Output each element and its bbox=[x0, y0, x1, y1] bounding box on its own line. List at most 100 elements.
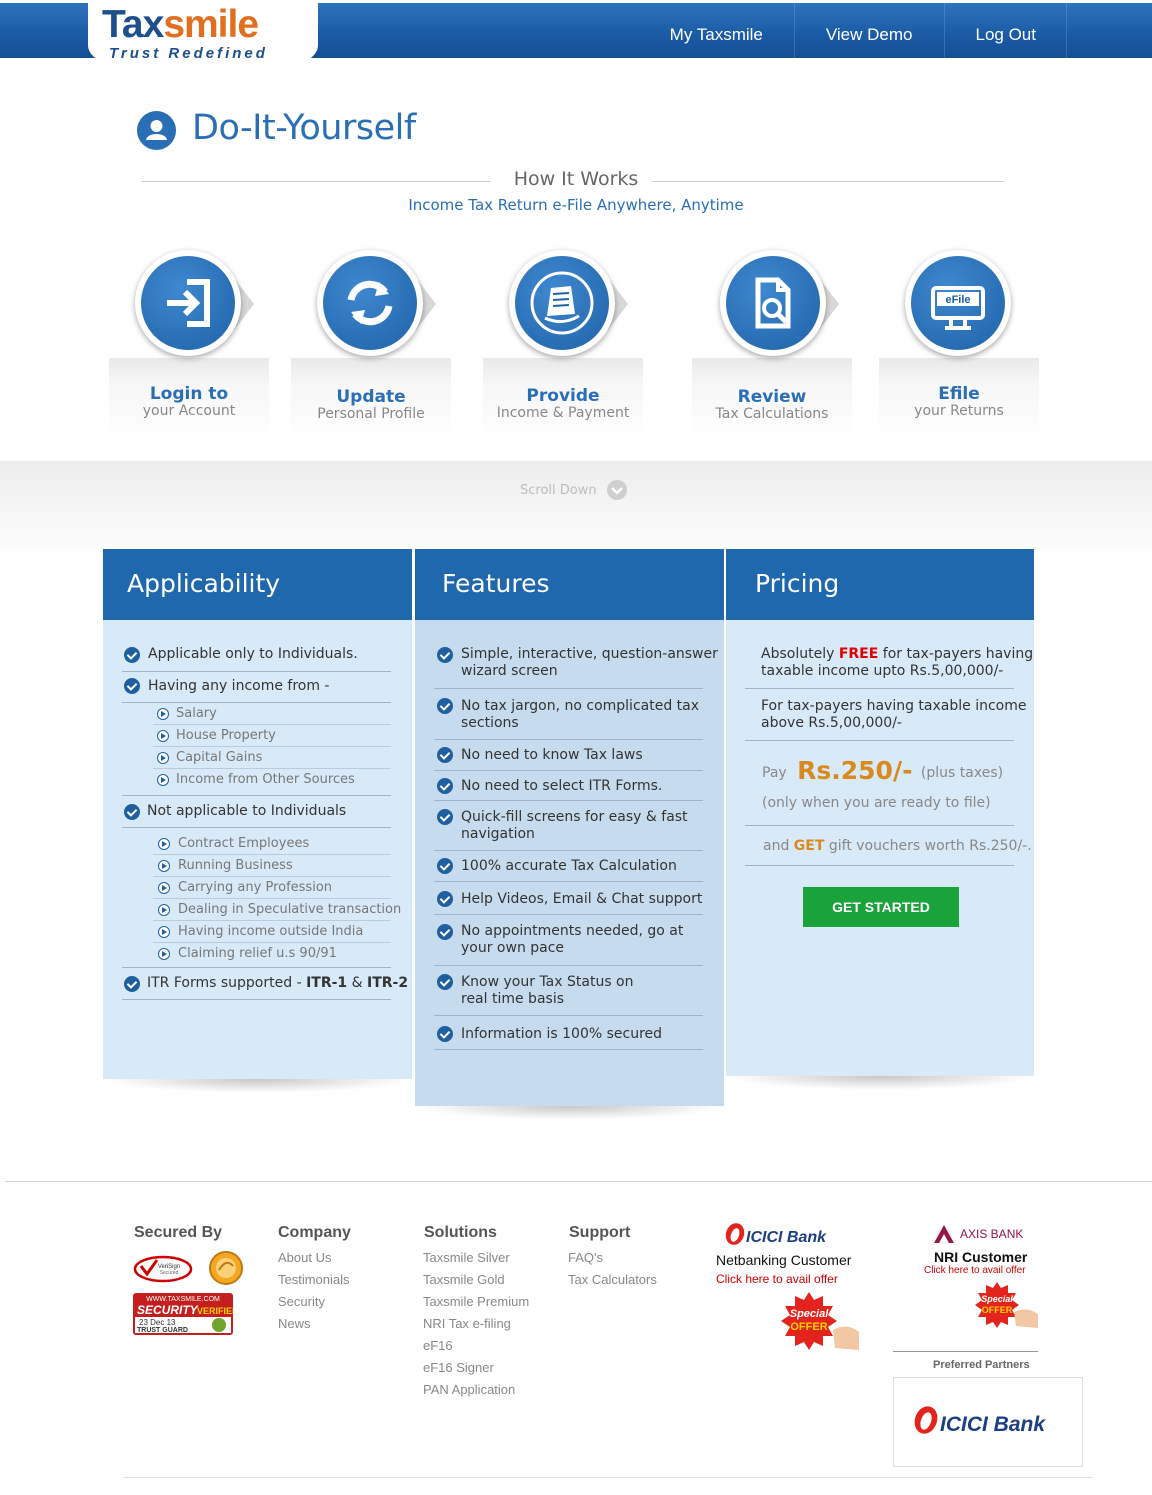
how-it-works-subtitle: Income Tax Return e-File Anywhere, Anyti… bbox=[408, 196, 744, 214]
not-applicable-item: Claiming relief u.s 90/91 bbox=[178, 946, 337, 961]
itr-forms-supported: ITR Forms supported - ITR-1 & ITR-2 bbox=[147, 975, 409, 991]
arrow-bullet-icon bbox=[157, 752, 169, 764]
step-circle bbox=[317, 250, 423, 356]
special-offer-badge[interactable]: Special OFFER bbox=[777, 1290, 861, 1352]
authorize-net-seal[interactable] bbox=[208, 1250, 244, 1291]
verisign-badge[interactable]: VeriSign Secured bbox=[133, 1254, 193, 1289]
divider bbox=[153, 724, 391, 725]
step-label: Review bbox=[737, 387, 807, 407]
step-sublabel: your Returns bbox=[914, 403, 1004, 419]
panel-shadow bbox=[726, 1076, 1034, 1090]
arrow-bullet-icon bbox=[158, 926, 170, 938]
step-circle: eFile bbox=[905, 250, 1011, 356]
svg-text:eFile: eFile bbox=[945, 294, 970, 306]
divider bbox=[745, 865, 1014, 866]
nav-view-demo[interactable]: View Demo bbox=[793, 3, 944, 58]
arrow-bullet-icon bbox=[158, 948, 170, 960]
divider bbox=[745, 688, 1014, 689]
arrow-bullet-icon bbox=[157, 708, 169, 720]
divider bbox=[122, 795, 391, 796]
trust-guard-badge[interactable]: WWW.TAXSMILE.COM SECURITY VERIFIED 23 De… bbox=[133, 1293, 239, 1340]
pricing-paid-text: For tax-payers having taxable income abo… bbox=[761, 698, 1027, 731]
divider bbox=[122, 827, 391, 828]
arrow-bullet-icon bbox=[157, 730, 169, 742]
icici-offer-title: Netbanking Customer bbox=[716, 1252, 852, 1268]
step-update[interactable]: Update Personal Profile bbox=[291, 250, 451, 445]
check-icon bbox=[437, 778, 453, 794]
chevron-down-icon[interactable] bbox=[607, 480, 627, 500]
get-started-button[interactable]: GET STARTED bbox=[803, 887, 959, 927]
nav-log-out[interactable]: Log Out bbox=[943, 3, 1068, 58]
footer-link-tax-calculators[interactable]: Tax Calculators bbox=[568, 1272, 657, 1287]
divider bbox=[434, 739, 703, 740]
step-efile[interactable]: eFile Efile your Returns bbox=[879, 250, 1039, 445]
step-sublabel: Personal Profile bbox=[317, 406, 425, 422]
income-source-item: Income from Other Sources bbox=[176, 772, 355, 787]
step-label: Provide bbox=[526, 386, 600, 406]
footer-link-ef16-signer[interactable]: eF16 Signer bbox=[423, 1360, 494, 1375]
top-header: Taxsmile Trust Redefined My Taxsmile Vie… bbox=[0, 3, 1152, 65]
login-icon bbox=[141, 256, 235, 350]
divider bbox=[153, 920, 391, 921]
divider bbox=[153, 876, 391, 877]
footer-company-heading: Company bbox=[278, 1224, 351, 1241]
footer-link-ef16[interactable]: eF16 bbox=[423, 1338, 453, 1353]
taxsmile-logo[interactable]: Taxsmile Trust Redefined bbox=[88, 3, 318, 65]
not-applicable-item: Contract Employees bbox=[178, 836, 310, 851]
check-icon bbox=[124, 804, 140, 820]
divider bbox=[122, 967, 391, 968]
divider bbox=[745, 825, 1014, 826]
divider bbox=[434, 688, 703, 689]
scroll-band bbox=[0, 461, 1152, 561]
feature-item: No appointments needed, go at your own pa… bbox=[461, 923, 684, 956]
check-icon bbox=[437, 924, 453, 940]
divider bbox=[434, 965, 703, 966]
panel-shadow bbox=[103, 1079, 412, 1093]
not-applicable-item: Carrying any Profession bbox=[178, 880, 333, 895]
nav-my-taxsmile[interactable]: My Taxsmile bbox=[639, 3, 794, 58]
pricing-note: (only when you are ready to file) bbox=[762, 795, 991, 811]
step-provide[interactable]: Provide Income & Payment bbox=[483, 250, 643, 445]
features-heading: Features bbox=[415, 549, 724, 620]
check-icon bbox=[437, 1026, 453, 1042]
icici-offer-link[interactable]: Click here to avail offer bbox=[716, 1272, 838, 1286]
footer-link-news[interactable]: News bbox=[278, 1316, 311, 1331]
step-review[interactable]: Review Tax Calculations bbox=[692, 250, 852, 445]
feature-item: Information is 100% secured bbox=[461, 1026, 663, 1042]
partners-divider bbox=[893, 1351, 1038, 1352]
check-icon bbox=[124, 678, 140, 694]
divider bbox=[434, 770, 703, 771]
check-icon bbox=[437, 974, 453, 990]
preferred-partner-icici[interactable]: ICICI Bank bbox=[893, 1377, 1083, 1467]
documents-icon bbox=[515, 256, 609, 350]
divider bbox=[122, 999, 391, 1000]
logo-wordmark: Taxsmile bbox=[102, 3, 259, 46]
scroll-down-link[interactable]: Scroll Down bbox=[520, 483, 597, 498]
icici-bank-logo[interactable]: ICICI Bank bbox=[724, 1223, 844, 1252]
footer-support-heading: Support bbox=[569, 1224, 631, 1241]
efile-monitor-icon: eFile bbox=[911, 256, 1005, 350]
step-circle bbox=[720, 250, 826, 356]
footer-link-silver[interactable]: Taxsmile Silver bbox=[423, 1250, 510, 1265]
divider bbox=[122, 671, 391, 672]
footer-link-testimonials[interactable]: Testimonials bbox=[278, 1272, 350, 1287]
feature-item: Simple, interactive, question-answer wiza… bbox=[461, 646, 718, 679]
step-login[interactable]: Login to your Account bbox=[109, 250, 269, 445]
svg-text:ICICI Bank: ICICI Bank bbox=[940, 1413, 1046, 1436]
check-icon bbox=[437, 747, 453, 763]
footer-link-pan[interactable]: PAN Application bbox=[423, 1382, 515, 1397]
footer-link-gold[interactable]: Taxsmile Gold bbox=[423, 1272, 505, 1287]
arrow-bullet-icon bbox=[158, 882, 170, 894]
svg-text:OFFER: OFFER bbox=[982, 1305, 1013, 1315]
applicability-item: Having any income from - bbox=[148, 678, 330, 694]
axis-offer-link[interactable]: Click here to avail offer bbox=[924, 1265, 1026, 1276]
special-offer-badge[interactable]: Special OFFER bbox=[970, 1280, 1040, 1330]
footer-link-about-us[interactable]: About Us bbox=[278, 1250, 331, 1265]
axis-bank-logo[interactable]: AXIS BANK bbox=[932, 1223, 1032, 1250]
footer-link-security[interactable]: Security bbox=[278, 1294, 325, 1309]
document-search-icon bbox=[726, 256, 820, 350]
footer-link-premium[interactable]: Taxsmile Premium bbox=[423, 1294, 529, 1309]
divider bbox=[153, 854, 391, 855]
footer-link-faqs[interactable]: FAQ's bbox=[568, 1250, 603, 1265]
footer-link-nri[interactable]: NRI Tax e-filing bbox=[423, 1316, 511, 1331]
